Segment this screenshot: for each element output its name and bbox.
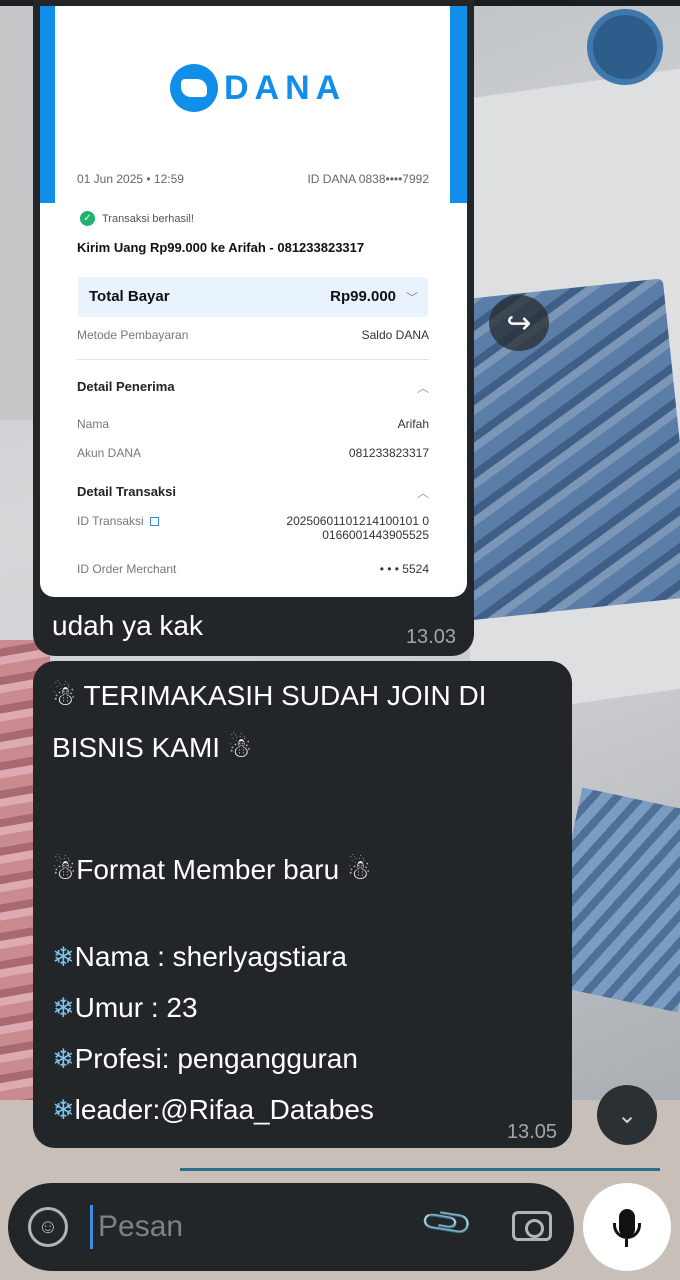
snowman-icon: ☃: [346, 855, 372, 886]
message-line: ☃ TERIMAKASIH SUDAH JOIN DI: [52, 679, 486, 714]
total-bayar-row: Total Bayar Rp99.000 ﹀: [78, 277, 428, 317]
snowflake-icon: ❄: [52, 1095, 75, 1126]
message-input[interactable]: [98, 1205, 418, 1249]
mic-icon-stand: [613, 1223, 641, 1239]
trx-id-value-line1: 20250601101214100101 0: [286, 514, 429, 528]
receipt-image[interactable]: DANA 01 Jun 2025 • 12:59 ID DANA 0838•••…: [40, 6, 467, 597]
check-icon: ✓: [80, 211, 95, 226]
method-label: Metode Pembayaran: [77, 328, 189, 342]
snowflake-icon: ❄: [52, 993, 75, 1024]
chevron-up-icon: ︿: [416, 486, 429, 500]
dana-logo-icon: [170, 64, 218, 112]
sticker-icon[interactable]: ☺: [28, 1207, 68, 1247]
trx-id-value: 20250601101214100101 0 0166001443905525: [286, 514, 429, 542]
message-line: ❄Nama : sherlyagstiara: [52, 940, 347, 975]
trx-id-value-line2: 0166001443905525: [322, 528, 429, 542]
message-line: ❄Umur : 23: [52, 991, 198, 1026]
receipt-divider: [77, 359, 429, 360]
mic-icon-leg: [625, 1239, 628, 1247]
merchant-value: • • • 5524: [379, 562, 429, 576]
copy-icon: [149, 517, 159, 527]
total-value: Rp99.000: [330, 288, 396, 305]
recipient-name-row: Nama Arifah: [77, 417, 429, 431]
name-value: Arifah: [397, 417, 429, 431]
chevron-up-icon: ︿: [416, 381, 429, 395]
message-line: ❄leader:@Rifaa_Databes: [52, 1093, 374, 1128]
receipt-id-dana: ID DANA 0838••••7992: [307, 172, 429, 186]
snowman-icon: ☃: [227, 733, 253, 764]
receipt-stripe-left: [40, 6, 55, 203]
message-time: 13.05: [506, 1121, 557, 1143]
message-line-text: Format Member baru: [76, 854, 340, 885]
message-line: BISNIS KAMI ☃: [52, 731, 252, 766]
name-label: Nama: [77, 417, 110, 431]
scroll-down-icon[interactable]: ⌄: [597, 1085, 657, 1145]
snowflake-icon: ❄: [52, 942, 75, 973]
recipient-account-row: Akun DANA 081233823317: [77, 446, 429, 460]
receipt-title: Kirim Uang Rp99.000 ke Arifah - 08123382…: [77, 240, 365, 255]
floating-blue-button[interactable]: [587, 9, 663, 85]
message-line-text: Umur : 23: [74, 992, 198, 1023]
receipt-date: 01 Jun 2025 • 12:59: [77, 172, 184, 186]
text-caret: [90, 1205, 93, 1249]
chevron-down-icon: ﹀: [405, 291, 418, 305]
dana-logo: DANA: [170, 64, 346, 112]
merchant-label: ID Order Merchant: [77, 562, 177, 576]
message-line-text: Nama : sherlyagstiara: [74, 941, 347, 972]
snowman-icon: ☃: [52, 681, 77, 712]
snowman-icon: ☃: [52, 855, 77, 886]
transaction-section-title: Detail Transaksi: [77, 484, 176, 499]
account-label: Akun DANA: [77, 446, 142, 460]
recipient-section-title: Detail Penerima: [77, 379, 175, 394]
trx-id-label: ID Transaksi: [77, 514, 144, 528]
snowflake-icon: ❄: [52, 1044, 75, 1075]
receipt-status: ✓ Transaksi berhasil!: [80, 211, 194, 226]
total-label: Total Bayar: [89, 288, 170, 305]
message-line-text: BISNIS KAMI: [52, 732, 221, 763]
receipt-stripe-right: [450, 6, 467, 203]
mic-button[interactable]: [583, 1183, 671, 1271]
message-text: udah ya kak: [52, 610, 203, 641]
dana-wordmark: DANA: [224, 68, 347, 107]
account-value: 081233823317: [348, 446, 429, 460]
audio-progress-bar: [180, 1168, 660, 1171]
merchant-row: ID Order Merchant • • • 5524: [77, 562, 429, 576]
status-text: Transaksi berhasil!: [102, 212, 194, 225]
message-time: 13.03: [405, 626, 456, 648]
message-input-bar: ☺ 📎: [8, 1183, 574, 1271]
message-line: ❄Profesi: pengangguran: [52, 1042, 358, 1077]
camera-icon[interactable]: [512, 1211, 552, 1241]
method-row: Metode Pembayaran Saldo DANA: [77, 328, 429, 342]
message-bubble-welcome[interactable]: ☃ TERIMAKASIH SUDAH JOIN DI BISNIS KAMI …: [33, 661, 572, 1148]
message-line: ☃Format Member baru ☃: [52, 853, 371, 888]
message-line-text: leader:@Rifaa_Databes: [74, 1094, 374, 1125]
message-line-text: TERIMAKASIH SUDAH JOIN DI: [83, 680, 487, 711]
method-value: Saldo DANA: [361, 328, 429, 342]
message-line-text: Profesi: pengangguran: [74, 1043, 358, 1074]
trx-id-row: ID Transaksi 20250601101214100101 0 0166…: [77, 514, 429, 542]
forward-icon[interactable]: ↪: [489, 295, 549, 351]
attach-icon[interactable]: 📎: [418, 1194, 476, 1252]
